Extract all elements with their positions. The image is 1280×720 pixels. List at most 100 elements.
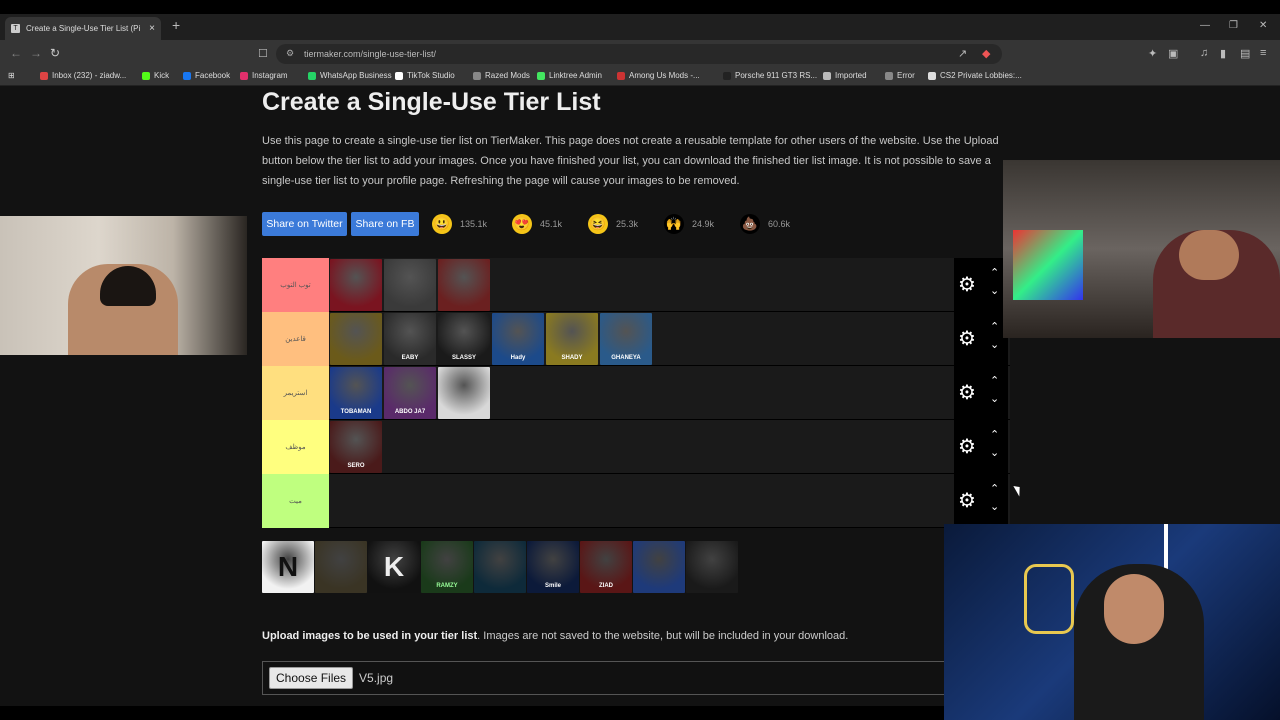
bookmark-label: Instagram bbox=[252, 71, 288, 80]
site-info-icon[interactable]: ⚙ bbox=[286, 48, 294, 59]
tier-image[interactable]: Hady bbox=[492, 313, 544, 365]
bookmark-favicon-icon bbox=[823, 71, 831, 80]
reaction-button[interactable]: 😆 25.3k bbox=[588, 214, 638, 234]
maximize-icon[interactable]: ❐ bbox=[1229, 20, 1238, 31]
gear-icon[interactable]: ⚙ bbox=[958, 272, 976, 297]
pool-image[interactable]: ZIAD bbox=[580, 541, 632, 593]
top-border bbox=[0, 0, 1280, 14]
media-icon[interactable]: ♫ bbox=[1200, 47, 1208, 59]
gear-icon[interactable]: ⚙ bbox=[958, 488, 976, 513]
tier-label[interactable]: موظف bbox=[262, 420, 329, 474]
gear-icon[interactable]: ⚙ bbox=[958, 380, 976, 405]
tier-image[interactable]: GHANEYA bbox=[600, 313, 652, 365]
unranked-image-pool: N K RAMZY Smile ZIAD bbox=[262, 541, 739, 593]
tier-image[interactable]: TOBAMAN bbox=[330, 367, 382, 419]
back-icon[interactable]: ← bbox=[10, 46, 22, 60]
tier-label[interactable]: استريمر bbox=[262, 366, 329, 420]
image-caption: N bbox=[277, 551, 299, 582]
tier-image[interactable]: SLASSY bbox=[438, 313, 490, 365]
share-facebook-button[interactable]: Share on FB bbox=[351, 212, 419, 236]
tier-items bbox=[329, 258, 491, 312]
pool-image[interactable]: RAMZY bbox=[421, 541, 473, 593]
chevron-up-icon[interactable]: ⌃ bbox=[990, 428, 999, 441]
forward-icon[interactable]: → bbox=[30, 46, 42, 60]
bookmark-item[interactable]: Error bbox=[885, 71, 915, 80]
tier-image[interactable] bbox=[384, 259, 436, 311]
chevron-down-icon[interactable]: ⌄ bbox=[990, 392, 999, 405]
reaction-button[interactable]: 😍 45.1k bbox=[512, 214, 562, 234]
bookmark-item[interactable]: Porsche 911 GT3 RS... bbox=[723, 71, 817, 80]
tabs-icon[interactable]: ▤ bbox=[1240, 47, 1250, 60]
gear-icon[interactable]: ⚙ bbox=[958, 434, 976, 459]
extensions-icon[interactable]: ✦ bbox=[1148, 47, 1157, 60]
bookmark-item[interactable]: WhatsApp Business bbox=[308, 71, 392, 80]
sidebar-icon[interactable]: ▮ bbox=[1220, 47, 1226, 60]
chevron-down-icon[interactable]: ⌄ bbox=[990, 446, 999, 459]
chevron-up-icon[interactable]: ⌃ bbox=[990, 374, 999, 387]
bookmark-item[interactable]: Kick bbox=[142, 71, 169, 80]
bookmark-item[interactable]: Among Us Mods -... bbox=[617, 71, 700, 80]
tier-label[interactable]: قاعدين bbox=[262, 312, 329, 366]
bookmark-item[interactable]: Linktree Admin bbox=[537, 71, 602, 80]
bookmark-item[interactable]: Instagram bbox=[240, 71, 288, 80]
bookmark-item[interactable]: CS2 Private Lobbies:... bbox=[928, 71, 1022, 80]
pool-image[interactable]: Smile bbox=[527, 541, 579, 593]
tier-label[interactable]: توب التوب bbox=[262, 258, 329, 312]
share-icon[interactable]: ↗ bbox=[958, 47, 967, 60]
tier-label[interactable]: ميت bbox=[262, 474, 329, 528]
tier-image[interactable]: SHADY bbox=[546, 313, 598, 365]
upload-instructions-rest: . Images are not saved to the website, b… bbox=[477, 630, 849, 642]
pool-image[interactable]: K bbox=[368, 541, 420, 593]
chevron-up-icon[interactable]: ⌃ bbox=[990, 482, 999, 495]
tier-image[interactable]: EABY bbox=[384, 313, 436, 365]
bookmark-item[interactable]: Facebook bbox=[183, 71, 230, 80]
bookmark-item[interactable]: TikTok Studio bbox=[395, 71, 455, 80]
menu-icon[interactable]: ≡ bbox=[1260, 47, 1266, 59]
tier-image[interactable] bbox=[330, 259, 382, 311]
bookmark-item[interactable]: Imported bbox=[823, 71, 867, 80]
reaction-button[interactable]: 🙌 24.9k bbox=[664, 214, 714, 234]
tier-image[interactable] bbox=[438, 367, 490, 419]
choose-files-button[interactable]: Choose Files bbox=[269, 667, 354, 689]
bookmark-item[interactable]: Razed Mods bbox=[473, 71, 530, 80]
reload-icon[interactable]: ↻ bbox=[50, 46, 60, 60]
chevron-up-icon[interactable]: ⌃ bbox=[990, 320, 999, 333]
browser-titlebar: T Create a Single-Use Tier List (Pi × + … bbox=[0, 14, 1280, 40]
pool-image[interactable] bbox=[474, 541, 526, 593]
bookmark-icon[interactable]: ☐ bbox=[258, 47, 268, 60]
bookmark-favicon-icon bbox=[723, 71, 731, 80]
new-tab-button[interactable]: + bbox=[172, 17, 180, 33]
bookmark-favicon-icon bbox=[183, 71, 191, 80]
tier-controls: ⚙ ⌃ ⌄ bbox=[954, 420, 1008, 474]
url-field[interactable]: ⚙ tiermaker.com/single-use-tier-list/ bbox=[276, 44, 1002, 64]
tier-image[interactable]: SERO bbox=[330, 421, 382, 473]
share-twitter-button[interactable]: Share on Twitter bbox=[262, 212, 347, 236]
bookmark-favicon-icon bbox=[142, 71, 150, 80]
pool-image[interactable] bbox=[633, 541, 685, 593]
wallet-icon[interactable]: ▣ bbox=[1168, 47, 1178, 60]
chevron-down-icon[interactable]: ⌄ bbox=[990, 338, 999, 351]
pool-image[interactable] bbox=[315, 541, 367, 593]
chevron-down-icon[interactable]: ⌄ bbox=[990, 500, 999, 513]
gear-icon[interactable]: ⚙ bbox=[958, 326, 976, 351]
chevron-down-icon[interactable]: ⌄ bbox=[990, 284, 999, 297]
reaction-button[interactable]: 😃 135.1k bbox=[432, 214, 487, 234]
tier-image[interactable] bbox=[438, 259, 490, 311]
close-window-icon[interactable]: ✕ bbox=[1259, 20, 1267, 31]
pool-image[interactable]: N bbox=[262, 541, 314, 593]
reaction-count: 45.1k bbox=[540, 219, 563, 229]
image-caption: ABDO JA7 bbox=[394, 409, 426, 415]
tier-image[interactable] bbox=[330, 313, 382, 365]
chevron-up-icon[interactable]: ⌃ bbox=[990, 266, 999, 279]
reaction-button[interactable]: 💩 60.6k bbox=[740, 214, 790, 234]
browser-tab[interactable]: T Create a Single-Use Tier List (Pi × bbox=[5, 17, 161, 40]
bookmark-item[interactable]: Inbox (232) - ziadw... bbox=[40, 71, 126, 80]
close-tab-icon[interactable]: × bbox=[149, 23, 155, 34]
url-text: tiermaker.com/single-use-tier-list/ bbox=[304, 49, 437, 59]
minimize-icon[interactable]: — bbox=[1200, 20, 1210, 31]
tier-image[interactable]: ABDO JA7 bbox=[384, 367, 436, 419]
reaction-count: 25.3k bbox=[616, 219, 639, 229]
apps-grid-icon[interactable]: ⊞ bbox=[8, 71, 15, 80]
pool-image[interactable] bbox=[686, 541, 738, 593]
brave-shield-icon[interactable]: ◆ bbox=[982, 47, 990, 60]
